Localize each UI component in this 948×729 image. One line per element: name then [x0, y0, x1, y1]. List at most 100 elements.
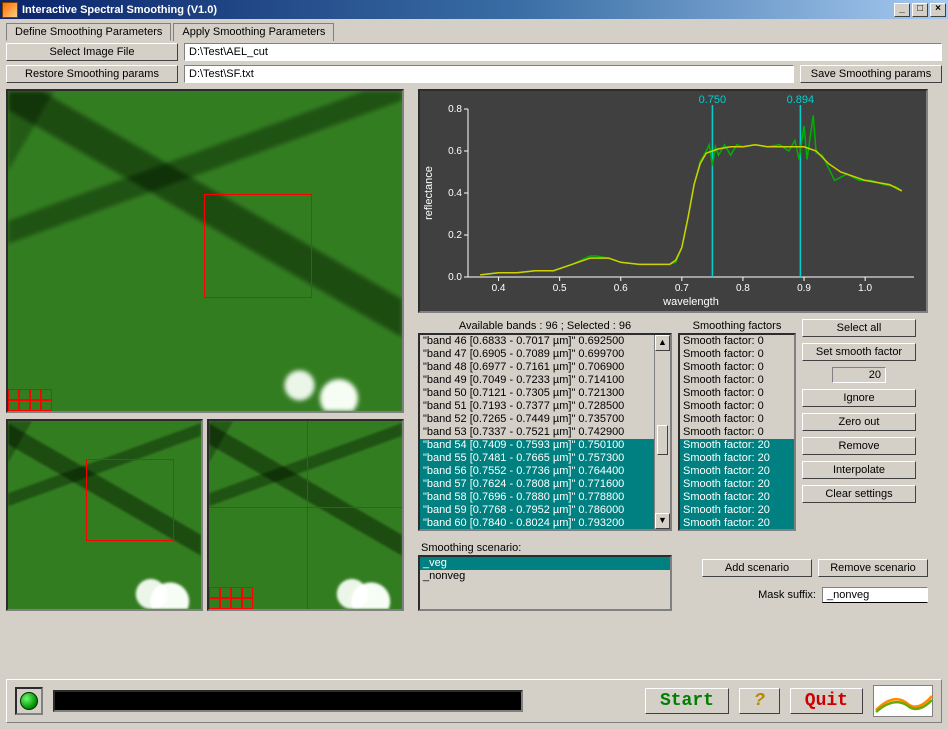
tab-apply-smoothing[interactable]: Apply Smoothing Parameters: [173, 23, 334, 41]
zoom-thumbnail[interactable]: [207, 419, 404, 611]
svg-text:0.0: 0.0: [448, 272, 462, 283]
ignore-button[interactable]: Ignore: [802, 389, 916, 407]
svg-text:wavelength: wavelength: [662, 296, 719, 308]
svg-text:0.6: 0.6: [448, 146, 462, 157]
svg-text:0.7: 0.7: [675, 283, 689, 294]
close-button[interactable]: ×: [930, 3, 946, 17]
band-list-item[interactable]: "band 50 [0.7121 - 0.7305 µm]" 0.721300: [420, 387, 654, 400]
factor-list-item[interactable]: Smooth factor: 20: [680, 465, 794, 478]
factor-list-item[interactable]: Smooth factor: 20: [680, 504, 794, 517]
factor-list-item[interactable]: Smooth factor: 0: [680, 426, 794, 439]
svg-text:0.8: 0.8: [736, 283, 750, 294]
tab-strip: Define Smoothing Parameters Apply Smooth…: [6, 23, 942, 41]
remove-button[interactable]: Remove: [802, 437, 916, 455]
image-column: [6, 89, 410, 611]
scenario-header: Smoothing scenario:: [418, 541, 672, 555]
factor-list-item[interactable]: Smooth factor: 20: [680, 452, 794, 465]
factor-list-item[interactable]: Smooth factor: 20: [680, 491, 794, 504]
factor-list-item[interactable]: Smooth factor: 0: [680, 413, 794, 426]
factor-list-item[interactable]: Smooth factor: 0: [680, 400, 794, 413]
maximize-button[interactable]: □: [912, 3, 928, 17]
band-list-item[interactable]: "band 57 [0.7624 - 0.7808 µm]" 0.771600: [420, 478, 654, 491]
scenario-list-item[interactable]: _veg: [420, 557, 670, 570]
factor-list-item[interactable]: Smooth factor: 20: [680, 517, 794, 529]
select-image-button[interactable]: Select Image File: [6, 43, 178, 61]
svg-text:reflectance: reflectance: [423, 166, 435, 220]
titlebar: Interactive Spectral Smoothing (V1.0) _ …: [0, 0, 948, 19]
bands-header: Available bands : 96 ; Selected : 96: [418, 319, 672, 333]
band-list-item[interactable]: "band 59 [0.7768 - 0.7952 µm]" 0.786000: [420, 504, 654, 517]
scroll-thumb[interactable]: [657, 425, 668, 455]
factor-list-item[interactable]: Smooth factor: 0: [680, 361, 794, 374]
start-button[interactable]: Start: [645, 688, 729, 714]
scenario-listbox[interactable]: _veg_nonveg: [418, 555, 672, 611]
band-list-item[interactable]: "band 53 [0.7337 - 0.7521 µm]" 0.742900: [420, 426, 654, 439]
factors-header: Smoothing factors: [678, 319, 796, 333]
band-list-item[interactable]: "band 51 [0.7193 - 0.7377 µm]" 0.728500: [420, 400, 654, 413]
band-list-item[interactable]: "band 55 [0.7481 - 0.7665 µm]" 0.757300: [420, 452, 654, 465]
restore-params-button[interactable]: Restore Smoothing params: [6, 65, 178, 83]
factor-list-item[interactable]: Smooth factor: 20: [680, 439, 794, 452]
svg-text:0.4: 0.4: [448, 188, 462, 199]
svg-text:0.9: 0.9: [797, 283, 811, 294]
scroll-down-icon[interactable]: ▼: [655, 513, 670, 529]
scenario-list-item[interactable]: _nonveg: [420, 570, 670, 583]
help-button[interactable]: ?: [739, 688, 780, 714]
factor-list-item[interactable]: Smooth factor: 0: [680, 335, 794, 348]
band-list-item[interactable]: "band 54 [0.7409 - 0.7593 µm]" 0.750100: [420, 439, 654, 452]
factor-list-item[interactable]: Smooth factor: 0: [680, 348, 794, 361]
band-list-item[interactable]: "band 46 [0.6833 - 0.7017 µm]" 0.692500: [420, 335, 654, 348]
zero-out-button[interactable]: Zero out: [802, 413, 916, 431]
clear-settings-button[interactable]: Clear settings: [802, 485, 916, 503]
overview-thumbnail[interactable]: [6, 419, 203, 611]
svg-text:1.0: 1.0: [858, 283, 872, 294]
remove-scenario-button[interactable]: Remove scenario: [818, 559, 928, 577]
factor-list-item[interactable]: Smooth factor: 0: [680, 374, 794, 387]
smooth-value-field[interactable]: 20: [832, 367, 886, 383]
corner-grid-icon: [8, 389, 52, 411]
svg-text:0.5: 0.5: [553, 283, 567, 294]
tab-define-smoothing[interactable]: Define Smoothing Parameters: [6, 23, 171, 41]
scroll-up-icon[interactable]: ▲: [655, 335, 670, 351]
band-list-item[interactable]: "band 48 [0.6977 - 0.7161 µm]" 0.706900: [420, 361, 654, 374]
app-icon: [2, 2, 18, 18]
band-list-item[interactable]: "band 56 [0.7552 - 0.7736 µm]" 0.764400: [420, 465, 654, 478]
add-scenario-button[interactable]: Add scenario: [702, 559, 812, 577]
factor-list-item[interactable]: Smooth factor: 0: [680, 387, 794, 400]
set-smooth-button[interactable]: Set smooth factor: [802, 343, 916, 361]
band-list-item[interactable]: "band 58 [0.7696 - 0.7880 µm]" 0.778800: [420, 491, 654, 504]
svg-text:0.4: 0.4: [492, 283, 506, 294]
crosshair-h: [209, 507, 402, 508]
svg-text:0.6: 0.6: [614, 283, 628, 294]
footer-logo-icon: [873, 685, 933, 717]
svg-text:0.2: 0.2: [448, 230, 462, 241]
factors-listbox[interactable]: Smooth factor: 0Smooth factor: 0Smooth f…: [678, 333, 796, 531]
window-title: Interactive Spectral Smoothing (V1.0): [22, 4, 217, 16]
corner-grid-icon: [209, 587, 253, 609]
reflectance-chart[interactable]: 0.40.50.60.70.80.91.00.00.20.40.60.8wave…: [418, 89, 928, 313]
factor-list-item[interactable]: Smooth factor: 20: [680, 478, 794, 491]
svg-text:0.750: 0.750: [699, 94, 727, 106]
band-list-item[interactable]: "band 49 [0.7049 - 0.7233 µm]" 0.714100: [420, 374, 654, 387]
band-list-item[interactable]: "band 60 [0.7840 - 0.8024 µm]" 0.793200: [420, 517, 654, 529]
band-list-item[interactable]: "band 47 [0.6905 - 0.7089 µm]" 0.699700: [420, 348, 654, 361]
bands-scrollbar[interactable]: ▲ ▼: [654, 335, 670, 529]
save-params-button[interactable]: Save Smoothing params: [800, 65, 942, 83]
quit-button[interactable]: Quit: [790, 688, 863, 714]
overview-selection-box[interactable]: [86, 459, 174, 541]
main-image-preview[interactable]: [6, 89, 404, 413]
params-path-field[interactable]: D:\Test\SF.txt: [184, 65, 794, 83]
select-all-button[interactable]: Select all: [802, 319, 916, 337]
image-path-field[interactable]: D:\Test\AEL_cut: [184, 43, 942, 61]
status-light-icon: [20, 692, 38, 710]
mask-suffix-label: Mask suffix:: [758, 589, 816, 601]
crosshair-v: [307, 421, 308, 609]
selection-box[interactable]: [204, 194, 312, 298]
interpolate-button[interactable]: Interpolate: [802, 461, 916, 479]
footer-bar: Start ? Quit: [6, 679, 942, 723]
minimize-button[interactable]: _: [894, 3, 910, 17]
band-list-item[interactable]: "band 52 [0.7265 - 0.7449 µm]" 0.735700: [420, 413, 654, 426]
mask-suffix-field[interactable]: _nonveg: [822, 587, 928, 603]
bands-listbox[interactable]: "band 46 [0.6833 - 0.7017 µm]" 0.692500"…: [418, 333, 672, 531]
progress-bar: [53, 690, 523, 712]
